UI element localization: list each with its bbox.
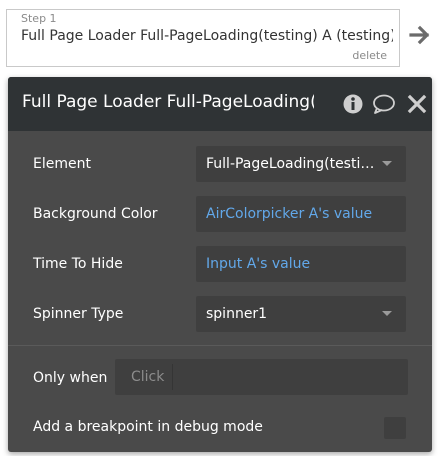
info-icon[interactable] [342,93,364,115]
chevron-down-icon [382,311,392,316]
background-color-label: Background Color [33,206,158,222]
time-to-hide-label: Time To Hide [33,256,123,272]
step-number: Step 1 [21,12,57,25]
panel-header: Full Page Loader Full-PageLoading(testin… [8,77,432,131]
only-when-label: Only when [33,370,108,386]
breakpoint-label: Add a breakpoint in debug mode [33,419,263,435]
action-properties-panel: Full Page Loader Full-PageLoading(testin… [8,77,432,452]
background-color-field[interactable]: AirColorpicker A's value [196,196,406,232]
background-color-value: AirColorpicker A's value [206,206,373,222]
spinner-type-value: spinner1 [206,306,268,322]
time-to-hide-value: Input A's value [206,256,311,272]
element-value: Full-PageLoading(testing) A [206,156,376,172]
breakpoint-checkbox[interactable] [384,417,406,439]
element-dropdown[interactable]: Full-PageLoading(testing) A [196,146,406,182]
element-label: Element [33,156,91,172]
time-to-hide-field[interactable]: Input A's value [196,246,406,282]
chevron-down-icon [382,161,392,166]
divider [8,345,432,346]
step-title: Full Page Loader Full-PageLoading(testin… [21,28,393,44]
close-icon[interactable] [406,93,428,115]
arrow-right-icon[interactable] [408,22,434,48]
spinner-type-dropdown[interactable]: spinner1 [196,296,406,332]
delete-step-link[interactable]: delete [352,49,387,62]
only-when-field[interactable]: Click [115,359,408,395]
spinner-type-label: Spinner Type [33,306,124,322]
comment-icon[interactable] [372,93,395,115]
only-when-click-button[interactable]: Click [123,364,174,390]
panel-title: Full Page Loader Full-PageLoading(testin… [22,92,314,112]
step-card[interactable]: Step 1 Full Page Loader Full-PageLoading… [6,9,400,67]
